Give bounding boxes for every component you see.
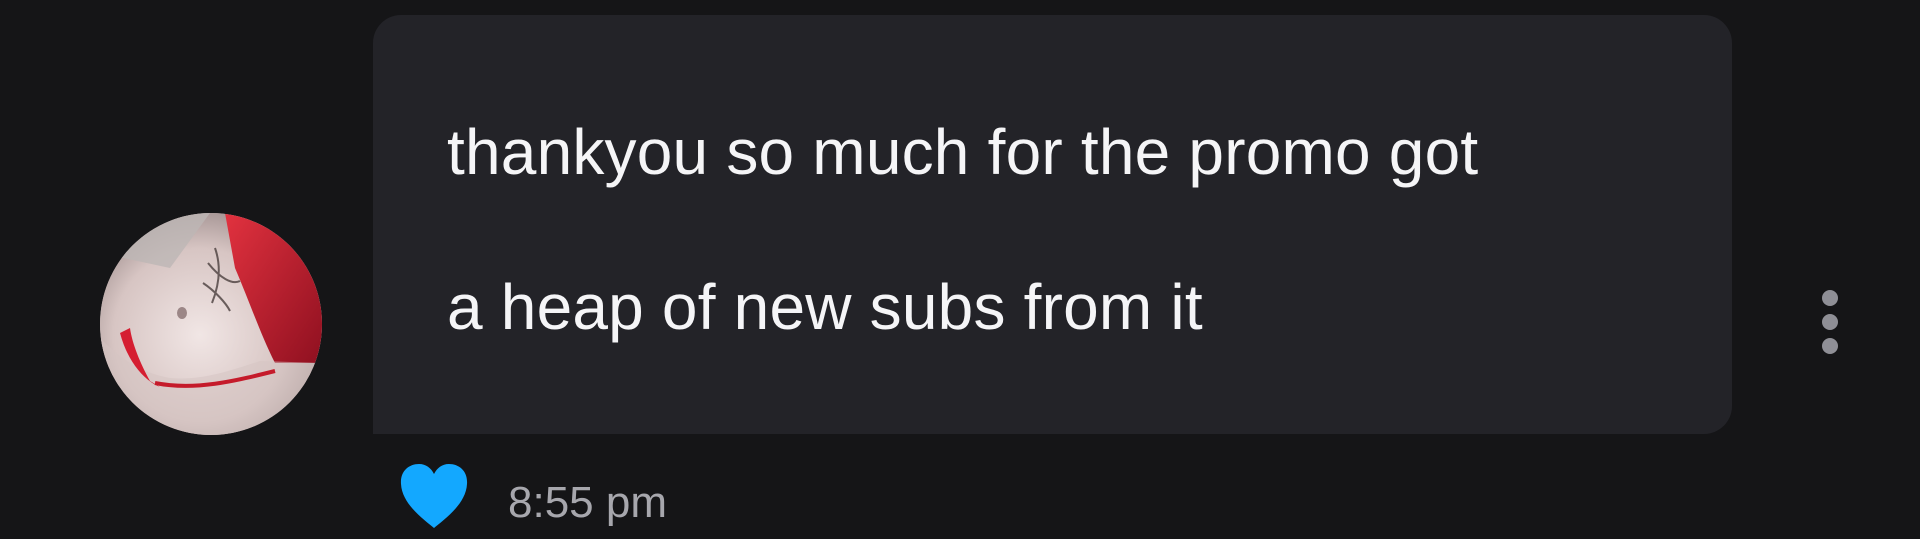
avatar-image (100, 213, 322, 435)
dot-1 (1822, 290, 1838, 306)
heart-icon (400, 464, 468, 528)
message-text-line-2: a heap of new subs from it (447, 271, 1203, 343)
sender-avatar[interactable] (100, 213, 322, 435)
message-text-line-1: thankyou so much for the promo got (447, 116, 1479, 188)
message-bubble[interactable]: thankyou so much for the promo got a hea… (373, 15, 1732, 434)
dot-3 (1822, 338, 1838, 354)
like-button[interactable] (398, 462, 470, 532)
dot-2 (1822, 314, 1838, 330)
more-options-icon[interactable] (1818, 290, 1842, 360)
message-thread: thankyou so much for the promo got a hea… (0, 0, 1920, 539)
message-timestamp: 8:55 pm (508, 478, 667, 527)
